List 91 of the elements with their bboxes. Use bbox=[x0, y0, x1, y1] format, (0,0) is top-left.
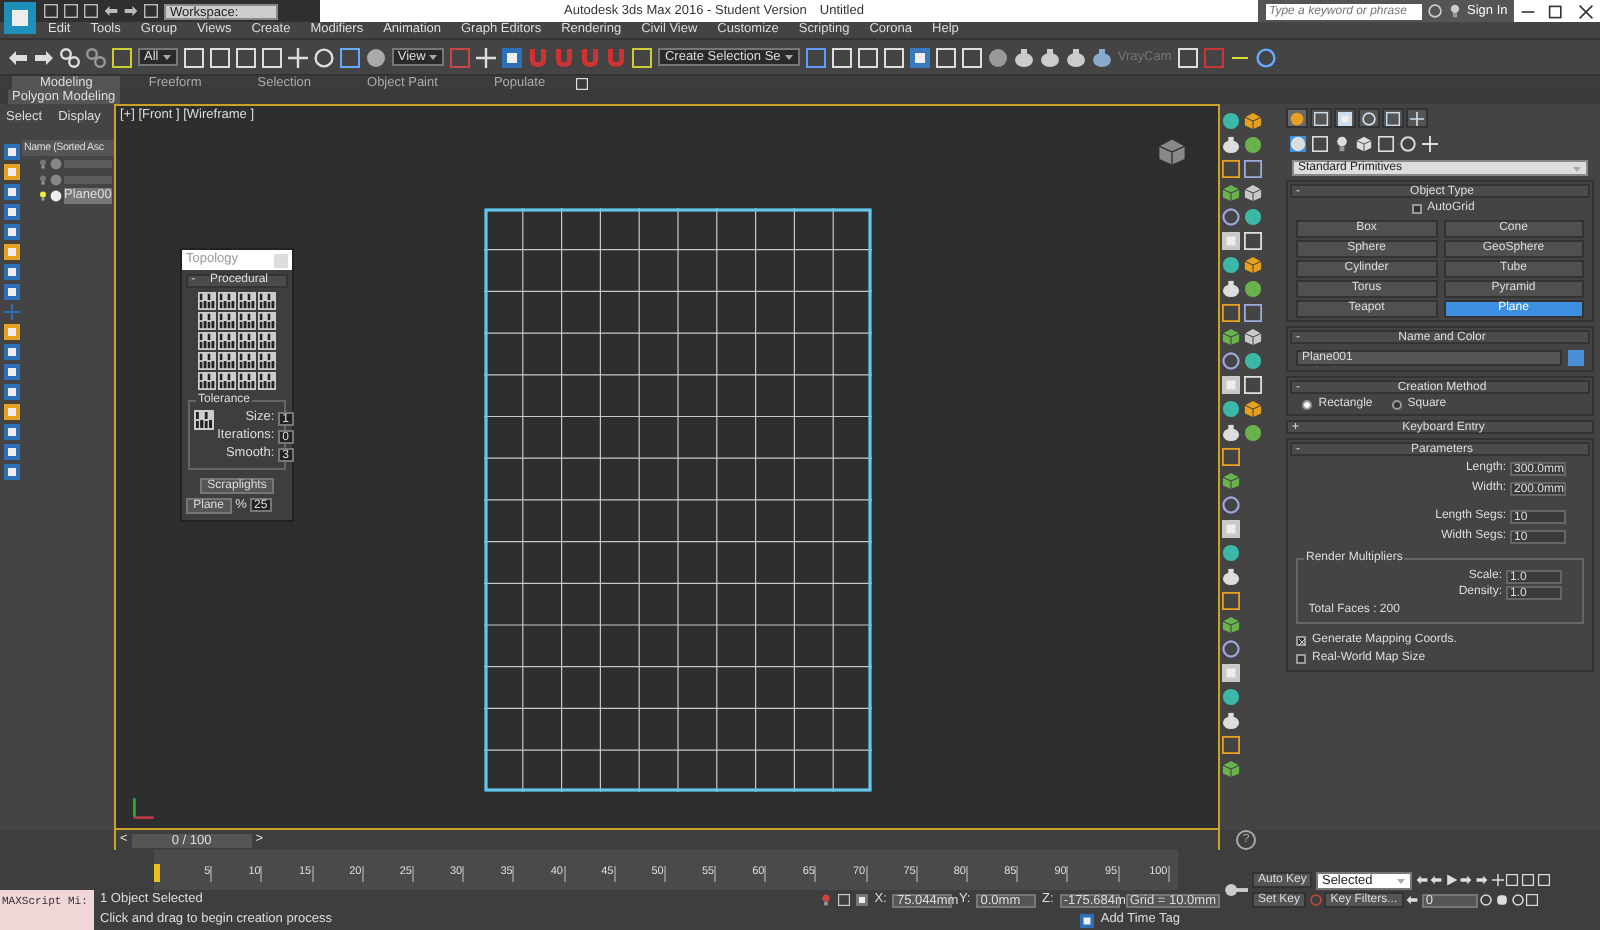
square-icon[interactable] bbox=[1222, 160, 1240, 178]
pattern-icon[interactable] bbox=[218, 371, 236, 390]
frame-marker[interactable] bbox=[154, 864, 160, 882]
cube-icon[interactable] bbox=[1244, 184, 1262, 202]
square-icon[interactable] bbox=[1222, 736, 1240, 754]
pattern-icon[interactable] bbox=[238, 371, 256, 390]
key-icon[interactable] bbox=[1224, 878, 1248, 902]
cube-icon[interactable] bbox=[1244, 328, 1262, 346]
cube-icon[interactable] bbox=[1244, 112, 1262, 130]
pattern-icon[interactable] bbox=[194, 409, 214, 430]
teapot-icon[interactable] bbox=[1222, 568, 1240, 586]
radio-button[interactable] bbox=[1302, 400, 1313, 411]
pattern-icon[interactable] bbox=[218, 311, 236, 330]
pattern-icon[interactable] bbox=[238, 291, 256, 310]
viewcube-icon[interactable] bbox=[1158, 138, 1186, 166]
cube-icon[interactable] bbox=[1222, 616, 1240, 634]
checkmark-icon bbox=[1297, 637, 1305, 646]
pattern-icon[interactable] bbox=[218, 351, 236, 370]
pattern-icon[interactable] bbox=[238, 331, 256, 350]
sphere-icon[interactable] bbox=[50, 190, 62, 203]
pattern-icon[interactable] bbox=[258, 331, 276, 350]
light-icon[interactable] bbox=[1334, 136, 1350, 152]
rotate-icon[interactable] bbox=[313, 47, 334, 67]
pattern-icon[interactable] bbox=[198, 351, 216, 370]
app-logo[interactable] bbox=[4, 2, 36, 34]
square-icon[interactable] bbox=[1244, 232, 1262, 250]
pattern-icon[interactable] bbox=[258, 311, 276, 330]
sphere-icon[interactable] bbox=[1244, 352, 1262, 370]
pattern-icon[interactable] bbox=[238, 351, 256, 370]
teapot-icon[interactable] bbox=[1222, 712, 1240, 730]
pattern-icon[interactable] bbox=[218, 331, 236, 350]
undo-icon[interactable] bbox=[8, 47, 28, 67]
teapot-icon[interactable] bbox=[1222, 280, 1240, 298]
link-icon[interactable] bbox=[60, 47, 80, 67]
search-icon[interactable] bbox=[1427, 4, 1441, 18]
cube-icon[interactable] bbox=[1244, 400, 1262, 418]
close-icon[interactable] bbox=[1577, 3, 1594, 19]
pattern-icon[interactable] bbox=[258, 291, 276, 310]
unlink-icon[interactable] bbox=[86, 47, 106, 67]
square-icon[interactable] bbox=[1244, 304, 1262, 322]
cube-icon[interactable] bbox=[1222, 760, 1240, 778]
sphere-icon[interactable] bbox=[1222, 544, 1240, 562]
radio-button[interactable] bbox=[1391, 400, 1402, 411]
redo-icon[interactable] bbox=[124, 4, 138, 18]
checkbox[interactable] bbox=[1296, 636, 1306, 647]
sphere-icon[interactable] bbox=[1244, 208, 1262, 226]
square-icon[interactable] bbox=[1244, 160, 1262, 178]
square-icon[interactable] bbox=[1222, 448, 1240, 466]
cube-icon[interactable] bbox=[1222, 472, 1240, 490]
square-icon[interactable] bbox=[1222, 304, 1240, 322]
ring-icon[interactable] bbox=[1222, 208, 1240, 226]
redo-icon[interactable] bbox=[34, 47, 54, 67]
maximize-icon[interactable] bbox=[1548, 3, 1565, 19]
caret-icon bbox=[161, 52, 172, 62]
light-bulb-icon[interactable] bbox=[38, 190, 48, 203]
square-icon[interactable] bbox=[1244, 376, 1262, 394]
cube-icon[interactable] bbox=[1222, 328, 1240, 346]
caret-icon bbox=[428, 52, 439, 62]
color-swatch[interactable] bbox=[1568, 350, 1584, 367]
move-icon[interactable] bbox=[287, 47, 308, 67]
cube-icon[interactable] bbox=[1244, 256, 1262, 274]
caret-icon bbox=[1395, 875, 1406, 886]
light-bulb-icon[interactable] bbox=[38, 174, 48, 187]
checkbox[interactable] bbox=[1411, 204, 1422, 215]
pattern-icon[interactable] bbox=[238, 311, 256, 330]
light-bulb-icon[interactable] bbox=[38, 158, 48, 171]
ring-icon[interactable] bbox=[1222, 640, 1240, 658]
teapot-icon[interactable] bbox=[1222, 136, 1240, 154]
checkbox[interactable] bbox=[1296, 654, 1306, 665]
tile-icon[interactable] bbox=[1222, 376, 1240, 394]
tile-icon[interactable] bbox=[1222, 232, 1240, 250]
pattern-icon[interactable] bbox=[218, 291, 236, 310]
caret-icon bbox=[1572, 163, 1582, 173]
cube-icon[interactable] bbox=[1222, 184, 1240, 202]
tile-icon[interactable] bbox=[1222, 520, 1240, 538]
pattern-icon[interactable] bbox=[258, 351, 276, 370]
undo-icon[interactable] bbox=[104, 4, 118, 18]
pattern-icon[interactable] bbox=[258, 371, 276, 390]
ring-icon[interactable] bbox=[1222, 352, 1240, 370]
sphere-icon[interactable] bbox=[1222, 688, 1240, 706]
pattern-icon[interactable] bbox=[198, 311, 216, 330]
pattern-icon[interactable] bbox=[198, 331, 216, 350]
teapot-icon[interactable] bbox=[1065, 47, 1086, 67]
pattern-icon[interactable] bbox=[198, 291, 216, 310]
square-icon[interactable] bbox=[1222, 592, 1240, 610]
teapot-icon[interactable] bbox=[1222, 424, 1240, 442]
ring-icon[interactable] bbox=[1222, 496, 1240, 514]
pattern-icon[interactable] bbox=[198, 371, 216, 390]
tile-icon[interactable] bbox=[1222, 664, 1240, 682]
caret-icon bbox=[783, 52, 794, 62]
axis-tripod-icon bbox=[132, 796, 156, 820]
